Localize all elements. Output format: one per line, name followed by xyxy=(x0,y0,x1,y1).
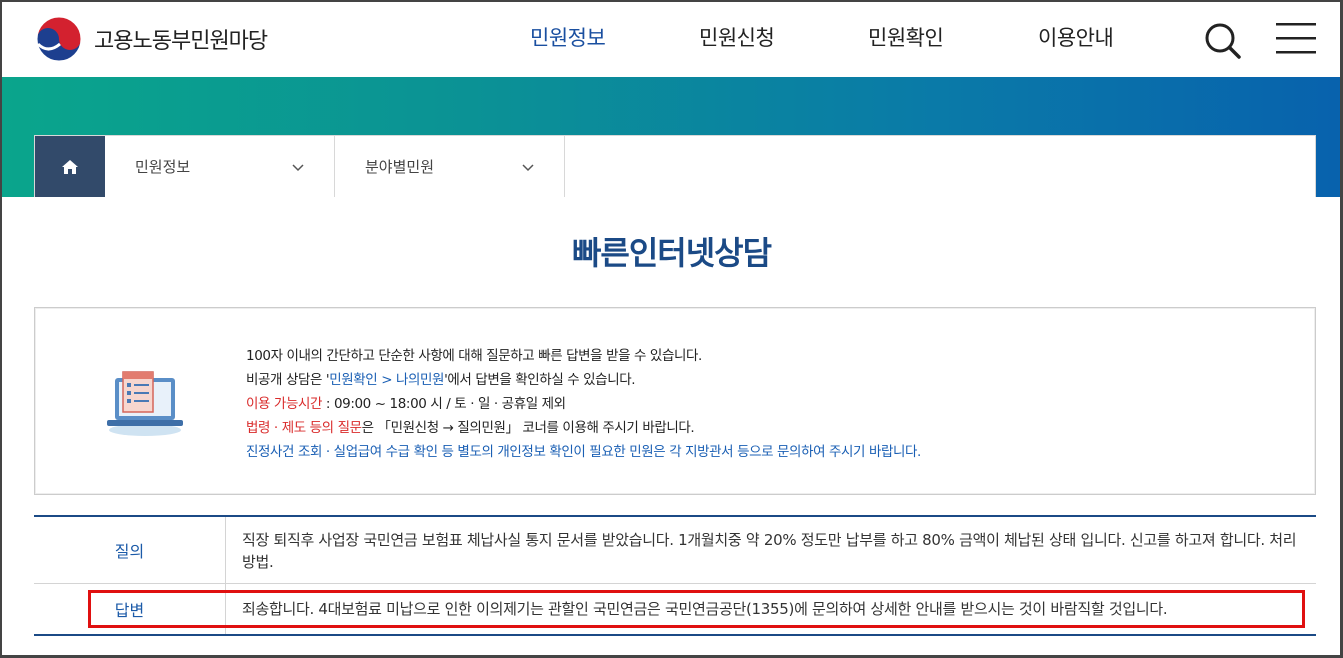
site-logo[interactable]: 고용노동부민원마당 xyxy=(34,14,268,64)
hamburger-icon[interactable] xyxy=(1274,20,1318,58)
answer-label: 답변 xyxy=(34,584,226,634)
hours-text: : 09:00 ~ 18:00 시 / 토 · 일 · 공휴일 제외 xyxy=(322,396,566,412)
search-icon[interactable] xyxy=(1202,20,1244,62)
info-text: 100자 이내의 간단하고 단순한 사항에 대해 질문하고 빠른 답변을 받을 … xyxy=(246,344,921,464)
info-line: 100자 이내의 간단하고 단순한 사항에 대해 질문하고 빠른 답변을 받을 … xyxy=(246,348,702,364)
laptop-checklist-icon xyxy=(105,368,185,438)
breadcrumb: 민원정보 분야별민원 xyxy=(34,135,1316,197)
info-line: 법령 · 제도 등의 질문은 「민원신청 → 질의민원」 코너를 이용해 주시기… xyxy=(246,416,921,440)
nav-civil-info[interactable]: 민원정보 xyxy=(530,22,606,52)
site-header: 고용노동부민원마당 민원정보 민원신청 민원확인 이용안내 xyxy=(2,2,1340,77)
breadcrumb-label: 민원정보 xyxy=(135,158,191,176)
answer-text: 죄송합니다. 4대보험료 미납으로 인한 이의제기는 관할인 국민연금은 국민연… xyxy=(242,600,1168,618)
nav-civil-apply[interactable]: 민원신청 xyxy=(699,22,775,52)
qa-table: 질의 직장 퇴직후 사업장 국민연금 보험표 체납사실 통지 문서를 받았습니다… xyxy=(34,515,1316,636)
chevron-down-icon xyxy=(522,158,534,176)
breadcrumb-label: 분야별민원 xyxy=(365,158,435,176)
nav-usage-guide[interactable]: 이용안내 xyxy=(1038,22,1114,52)
law-question-label: 법령 · 제도 등의 질문 xyxy=(246,420,362,436)
breadcrumb-dropdown-civil-info[interactable]: 민원정보 xyxy=(105,136,335,197)
answer-row: 답변 죄송합니다. 4대보험료 미납으로 인한 이의제기는 관할인 국민연금은 … xyxy=(34,584,1316,636)
question-text: 직장 퇴직후 사업장 국민연금 보험표 체납사실 통지 문서를 받았습니다. 1… xyxy=(242,531,1297,571)
info-line: 비공개 상담은 '민원확인 > 나의민원'에서 답변을 확인하실 수 있습니다. xyxy=(246,368,921,392)
law-question-text: 은 「민원신청 → 질의민원」 코너를 이용해 주시기 바랍니다. xyxy=(361,420,695,436)
info-line: 진정사건 조회 · 실업급여 수급 확인 등 별도의 개인정보 확인이 필요한 … xyxy=(246,444,921,460)
info-line: 이용 가능시간 : 09:00 ~ 18:00 시 / 토 · 일 · 공휴일 … xyxy=(246,392,921,416)
taegeuk-logo-icon xyxy=(34,14,84,64)
chevron-down-icon xyxy=(292,158,304,176)
question-label: 질의 xyxy=(34,517,226,583)
question-row: 질의 직장 퇴직후 사업장 국민연금 보험표 체납사실 통지 문서를 받았습니다… xyxy=(34,517,1316,584)
home-icon[interactable] xyxy=(35,136,105,197)
info-notice-box: 100자 이내의 간단하고 단순한 사항에 대해 질문하고 빠른 답변을 받을 … xyxy=(34,307,1316,495)
info-text-segment: 비공개 상담은 ' xyxy=(246,372,330,388)
my-civil-link[interactable]: 민원확인 > 나의민원 xyxy=(329,372,444,388)
logo-text: 고용노동부민원마당 xyxy=(94,29,268,54)
info-text-segment: '에서 답변을 확인하실 수 있습니다. xyxy=(444,372,636,388)
nav-civil-check[interactable]: 민원확인 xyxy=(868,22,944,52)
hours-label: 이용 가능시간 xyxy=(246,396,323,412)
breadcrumb-dropdown-category[interactable]: 분야별민원 xyxy=(335,136,565,197)
page-title: 빠른인터넷상담 xyxy=(571,234,772,272)
